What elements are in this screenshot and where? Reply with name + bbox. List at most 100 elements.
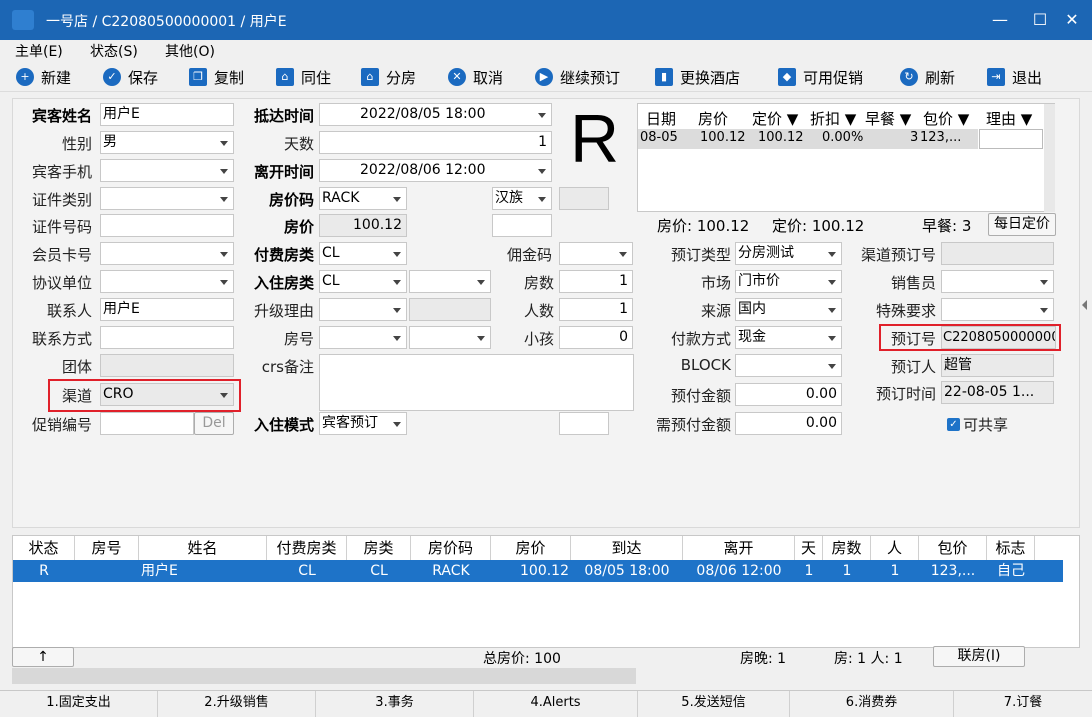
days-input[interactable]: 1 [319,131,552,154]
room-list-header[interactable]: 包价 [919,536,987,560]
member-no-select[interactable] [100,242,234,265]
tab-alerts[interactable]: 4.Alerts [474,691,638,717]
rate-grid-header[interactable]: 定价 ▼ [752,108,798,129]
shareable-checkbox[interactable]: ✓ [947,418,960,431]
rate-grid-header[interactable]: 折扣 ▼ [810,108,856,129]
assign-room-button[interactable]: ⌂ 分房 [361,66,416,88]
upgrade-select[interactable] [319,298,407,321]
rate-grid-reason-cell[interactable] [979,129,1043,149]
room-no-sub-select[interactable] [409,326,491,349]
guest-name-input[interactable]: 用户E [100,103,234,126]
need-prepay-input[interactable]: 0.00 [735,412,842,435]
tab-dining[interactable]: 7.订餐 [954,691,1092,717]
salesperson-select[interactable] [941,270,1054,293]
booker-input[interactable]: 超管 [941,354,1054,377]
change-hotel-button[interactable]: ▮ 更换酒店 [655,66,740,88]
room-list-header[interactable]: 状态 [13,536,75,560]
pay-room-type-select[interactable]: CL [319,242,407,265]
rate-grid-header[interactable]: 房价 [698,108,728,129]
room-list-header[interactable]: 姓名 [139,536,267,560]
rate-grid-header[interactable]: 早餐 ▼ [865,108,911,129]
special-req-select[interactable] [941,298,1054,321]
mobile-select[interactable] [100,159,234,182]
exit-button[interactable]: ⇥ 退出 [987,66,1042,88]
contact-input[interactable]: 用户E [100,298,234,321]
ethnicity-extra-input[interactable] [559,187,609,210]
rate-grid-header[interactable]: 日期 [646,108,676,129]
channel-select[interactable]: CRO [100,383,234,406]
cohabit-button[interactable]: ⌂ 同住 [276,66,331,88]
block-select[interactable] [735,354,842,377]
contact-way-input[interactable] [100,326,234,349]
room-list-header[interactable]: 房类 [347,536,411,560]
room-list-header[interactable]: 房数 [823,536,871,560]
room-list-header[interactable]: 标志 [987,536,1035,560]
room-list-header[interactable]: 房价码 [411,536,491,560]
cancel-button[interactable]: ✕ 取消 [448,66,503,88]
save-button[interactable]: ✓ 保存 [103,66,158,88]
rate-code-select[interactable]: RACK [319,187,407,210]
tab-fixed-expense[interactable]: 1.固定支出 [0,691,158,717]
room-type-select[interactable]: CL [319,270,407,293]
tab-affairs[interactable]: 3.事务 [316,691,474,717]
minimize-icon[interactable]: — [988,8,1012,32]
menu-status[interactable]: 状态(S) [90,41,138,61]
tab-vouchers[interactable]: 6.消费券 [790,691,954,717]
promo-no-input[interactable] [100,412,194,435]
id-no-input[interactable] [100,214,234,237]
payment-select[interactable]: 现金 [735,326,842,349]
room-list-header[interactable]: 人 [871,536,919,560]
order-no-input[interactable]: C22080500000001 [941,326,1056,349]
continue-booking-button[interactable]: ▶ 继续预订 [535,66,620,88]
room-list-header[interactable]: 到达 [571,536,683,560]
rooms-input[interactable]: 1 [559,270,633,293]
source-select[interactable]: 国内 [735,298,842,321]
agreement-select[interactable] [100,270,234,293]
room-type-sub-select[interactable] [409,270,491,293]
book-time-input[interactable]: 22-08-05 1... [941,381,1054,404]
ethnicity-select[interactable]: 汉族 [492,187,552,210]
price-extra-input[interactable] [492,214,552,237]
group-input[interactable] [100,354,234,377]
tab-send-sms[interactable]: 5.发送短信 [638,691,790,717]
market-select[interactable]: 门市价 [735,270,842,293]
link-room-button[interactable]: 联房(I) [933,646,1025,667]
new-button[interactable]: + 新建 [16,66,71,88]
gender-select[interactable]: 男 [100,131,234,154]
checkin-mode-select[interactable]: 宾客预订 [319,412,407,435]
promo-del-button[interactable]: Del [194,412,234,435]
daily-price-button[interactable]: 每日定价 [988,213,1056,236]
room-list-header[interactable]: 房价 [491,536,571,560]
arrival-input[interactable]: 2022/08/05 18:00 [319,103,552,126]
booking-type-select[interactable]: 分房测试 [735,242,842,265]
scroll-up-button[interactable]: ↑ [12,647,74,667]
close-icon[interactable]: ✕ [1060,8,1084,32]
maximize-icon[interactable]: ☐ [1028,8,1052,32]
rate-grid-scrollbar[interactable] [1044,104,1055,212]
checkin-extra-input[interactable] [559,412,609,435]
horizontal-scrollbar[interactable] [12,668,636,684]
rate-grid-header[interactable]: 包价 ▼ [923,108,969,129]
children-input[interactable]: 0 [559,326,633,349]
room-list-header[interactable]: 付费房类 [267,536,347,560]
room-list-header[interactable]: 天 [795,536,823,560]
rate-grid-header[interactable]: 理由 ▼ [986,108,1032,129]
tab-upsell[interactable]: 2.升级销售 [158,691,316,717]
available-promo-button[interactable]: ◆ 可用促销 [778,66,863,88]
refresh-button[interactable]: ↻ 刷新 [900,66,955,88]
menu-other[interactable]: 其他(O) [165,41,215,61]
collapse-arrow-icon[interactable] [1082,300,1087,310]
room-no-select[interactable] [319,326,407,349]
menu-main[interactable]: 主单(E) [15,41,63,61]
prepay-input[interactable]: 0.00 [735,383,842,406]
channel-order-input[interactable] [941,242,1054,265]
commission-select[interactable] [559,242,633,265]
copy-button[interactable]: ❐ 复制 [189,66,244,88]
persons-input[interactable]: 1 [559,298,633,321]
price-input[interactable]: 100.12 [319,214,407,237]
room-list-header[interactable]: 离开 [683,536,795,560]
departure-input[interactable]: 2022/08/06 12:00 [319,159,552,182]
room-list-header[interactable]: 房号 [75,536,139,560]
crs-remark-textarea[interactable] [319,354,634,411]
upgrade-extra-input[interactable] [409,298,491,321]
